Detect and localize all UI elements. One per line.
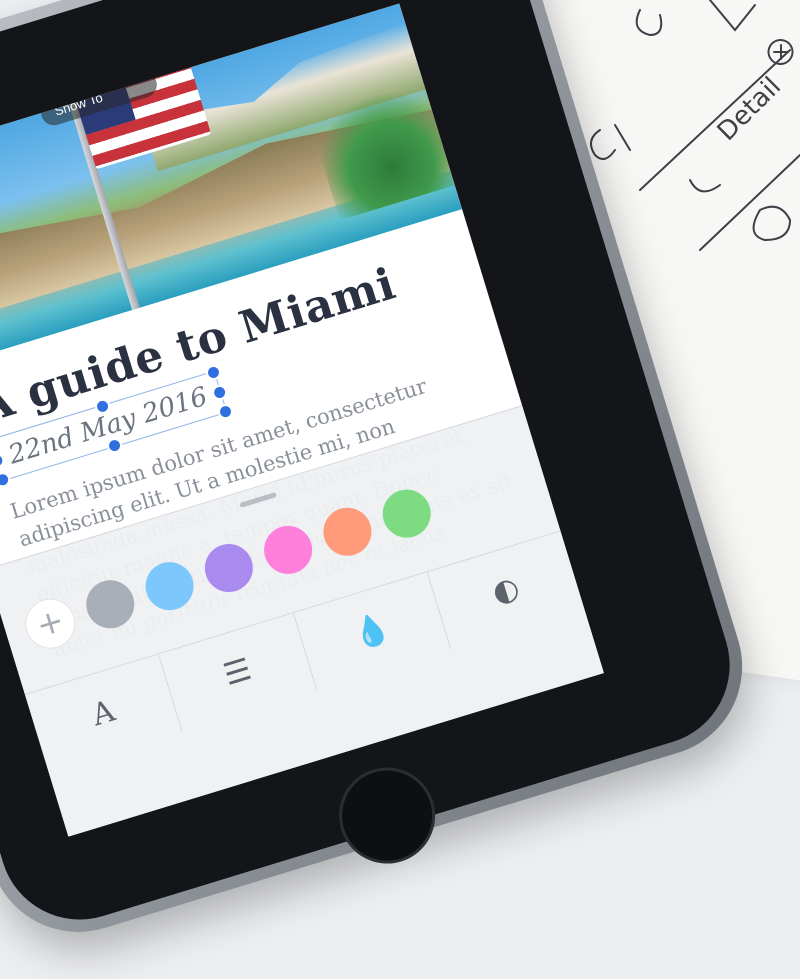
swatch-purple[interactable] (199, 538, 259, 598)
swatch-green[interactable] (377, 484, 437, 544)
home-button[interactable] (327, 756, 447, 876)
swatch-orange[interactable] (317, 502, 377, 562)
text-tool-icon[interactable]: A (25, 654, 183, 772)
add-color-button[interactable]: + (19, 592, 81, 654)
contrast-icon[interactable]: ◐ (427, 531, 584, 648)
swatch-pink[interactable] (258, 520, 318, 580)
resize-handle-left[interactable] (0, 451, 6, 470)
resize-handle-bottom-left[interactable] (0, 470, 12, 489)
swatch-gray[interactable] (80, 574, 140, 634)
ink-drop-icon[interactable]: 💧 (293, 572, 451, 690)
resize-handle-right[interactable] (210, 383, 229, 402)
resize-handle-bottom-right[interactable] (216, 402, 235, 421)
panel-grabber[interactable] (239, 492, 277, 508)
app-screen: Show To A guide to Miami 22nd May 2016 (0, 4, 604, 837)
swatch-blue[interactable] (140, 556, 200, 616)
align-tool-icon[interactable]: ☰ (159, 613, 317, 731)
phone-device: Show To A guide to Miami 22nd May 2016 (0, 0, 765, 954)
resize-handle-top-right[interactable] (204, 363, 223, 382)
